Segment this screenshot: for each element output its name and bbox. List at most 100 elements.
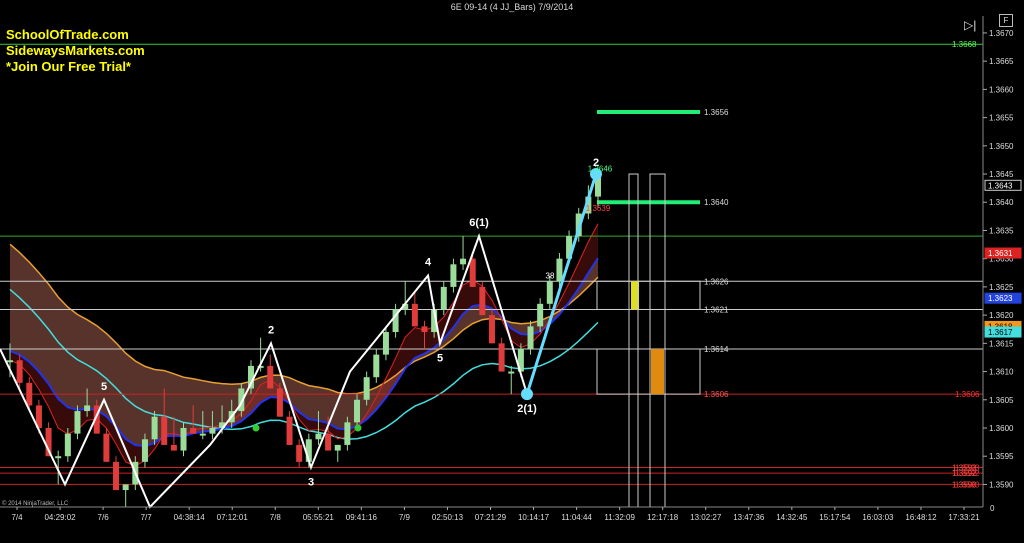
time-tick-label: 7/7	[141, 513, 153, 522]
price-level-label: 1.3626	[704, 277, 729, 286]
time-tick-label: 7/6	[98, 513, 110, 522]
price-level-label: 1.3640	[704, 198, 729, 207]
time-axis-extra-label: 0	[990, 504, 995, 513]
price-tick-label: 1.3595	[989, 452, 1014, 461]
price-bar	[334, 444, 341, 451]
price-bar	[113, 461, 120, 491]
price-tag-label: 1.3592	[955, 469, 980, 478]
time-tick-label: 16:03:03	[862, 513, 894, 522]
price-tick-label: 1.3665	[989, 57, 1014, 66]
price-bar	[479, 286, 486, 316]
price-bar	[7, 360, 13, 363]
price-bar	[267, 365, 274, 389]
price-bar	[276, 388, 283, 417]
price-bar	[74, 411, 81, 434]
price-bar	[64, 433, 71, 457]
time-axis: 7/4 04:29:02 7/6 7/7 04:38:14 07:12:01 7/8 05:5…	[0, 504, 995, 522]
time-window-box	[628, 173, 639, 508]
wave-label: 5	[437, 352, 443, 364]
annotation-text: 38	[546, 272, 555, 281]
price-level-label: 1.3621	[704, 305, 729, 314]
format-button[interactable]: F	[999, 14, 1013, 27]
brand-line-2: SidewaysMarkets.com	[6, 43, 145, 58]
price-bar	[180, 427, 187, 451]
price-bar	[498, 343, 505, 372]
price-tick-label: 1.3640	[989, 198, 1014, 207]
price-bar	[344, 422, 351, 445]
price-tick-label: 1.3655	[989, 114, 1014, 123]
price-bar	[103, 433, 110, 462]
annotation-text: 1.3639	[586, 204, 611, 213]
price-bar	[296, 444, 303, 462]
price-bar	[373, 354, 380, 378]
price-bar	[161, 416, 168, 445]
price-bar	[16, 360, 23, 383]
copyright-text: © 2014 NinjaTrader, LLC	[2, 501, 69, 507]
time-tick-label: 13:02:27	[690, 513, 722, 522]
time-tick-label: 04:38:14	[174, 513, 206, 522]
wave-label: 6(1)	[469, 217, 489, 229]
wave-label: 5	[101, 381, 107, 393]
signal-dot	[354, 424, 362, 432]
price-chart[interactable]: 1.3668 1.3656 1.3640 1.3626 1.3621 1.3614 1.36…	[0, 0, 1024, 543]
price-tick-label: 1.3615	[989, 339, 1014, 348]
price-bar	[488, 315, 495, 344]
price-bar	[151, 416, 158, 440]
price-tag-label: 1.3606	[955, 390, 980, 399]
price-tag-label: 1.3631	[988, 249, 1013, 258]
target-boxes	[596, 173, 701, 508]
price-bar	[537, 303, 544, 327]
price-axis: 1.3670 1.3665 1.3660 1.3655 1.3650 1.3645 1.36…	[955, 16, 1022, 507]
price-bar	[170, 444, 177, 451]
price-bar	[84, 405, 91, 412]
price-tick-label: 1.3670	[989, 29, 1014, 38]
wave-label: 3	[308, 476, 314, 488]
price-bar	[440, 286, 447, 310]
time-tick-label: 16:48:12	[905, 513, 937, 522]
price-bar	[508, 371, 515, 374]
time-tick-label: 7/9	[399, 513, 411, 522]
price-bar	[325, 433, 332, 451]
price-bar	[460, 258, 467, 265]
price-bar	[546, 281, 553, 304]
price-tag-label: 1.3617	[988, 328, 1013, 337]
price-bar	[469, 258, 476, 287]
time-tick-label: 11:32:09	[604, 513, 635, 522]
time-tick-label: 04:29:02	[44, 513, 76, 522]
price-tick-label: 1.3590	[989, 480, 1014, 489]
price-level-label: 1.3606	[704, 390, 729, 399]
time-tick-label: 07:21:29	[475, 513, 507, 522]
price-bar	[122, 484, 129, 491]
time-tick-label: 13:47:36	[733, 513, 765, 522]
price-bar	[354, 399, 361, 423]
price-level-label: 1.3614	[704, 345, 729, 354]
wave-label: 2	[268, 324, 274, 336]
price-tick-label: 1.3625	[989, 283, 1014, 292]
wave-label: 4	[425, 257, 432, 269]
price-bar	[315, 433, 322, 440]
price-tick-label: 1.3610	[989, 368, 1014, 377]
price-bar	[421, 326, 428, 333]
projection-start-dot	[521, 388, 533, 401]
price-tick-label: 1.3635	[989, 226, 1014, 235]
target-zone-box	[596, 280, 701, 310]
price-tick-label: 1.3600	[989, 424, 1014, 433]
price-bar	[382, 332, 389, 355]
price-bar	[209, 427, 216, 434]
time-tick-label: 09:41:16	[346, 513, 378, 522]
price-tick-label: 1.3605	[989, 396, 1014, 405]
price-bar	[286, 416, 293, 445]
time-window-box	[649, 173, 666, 508]
signal-dot	[252, 424, 260, 432]
price-bar	[55, 456, 62, 459]
price-tick-label: 1.3650	[989, 142, 1014, 151]
price-bar	[26, 382, 33, 406]
price-tick-label: 1.3645	[989, 170, 1014, 179]
play-end-icon[interactable]: ▷|	[964, 18, 976, 32]
price-tag-label: 1.3590	[955, 480, 980, 489]
price-bar	[411, 303, 418, 327]
price-tag-label: 1.3643	[988, 181, 1013, 190]
price-bar	[199, 433, 206, 436]
price-tag-label: 1.3623	[988, 294, 1013, 303]
annotation-text: 1.3646	[588, 164, 613, 173]
